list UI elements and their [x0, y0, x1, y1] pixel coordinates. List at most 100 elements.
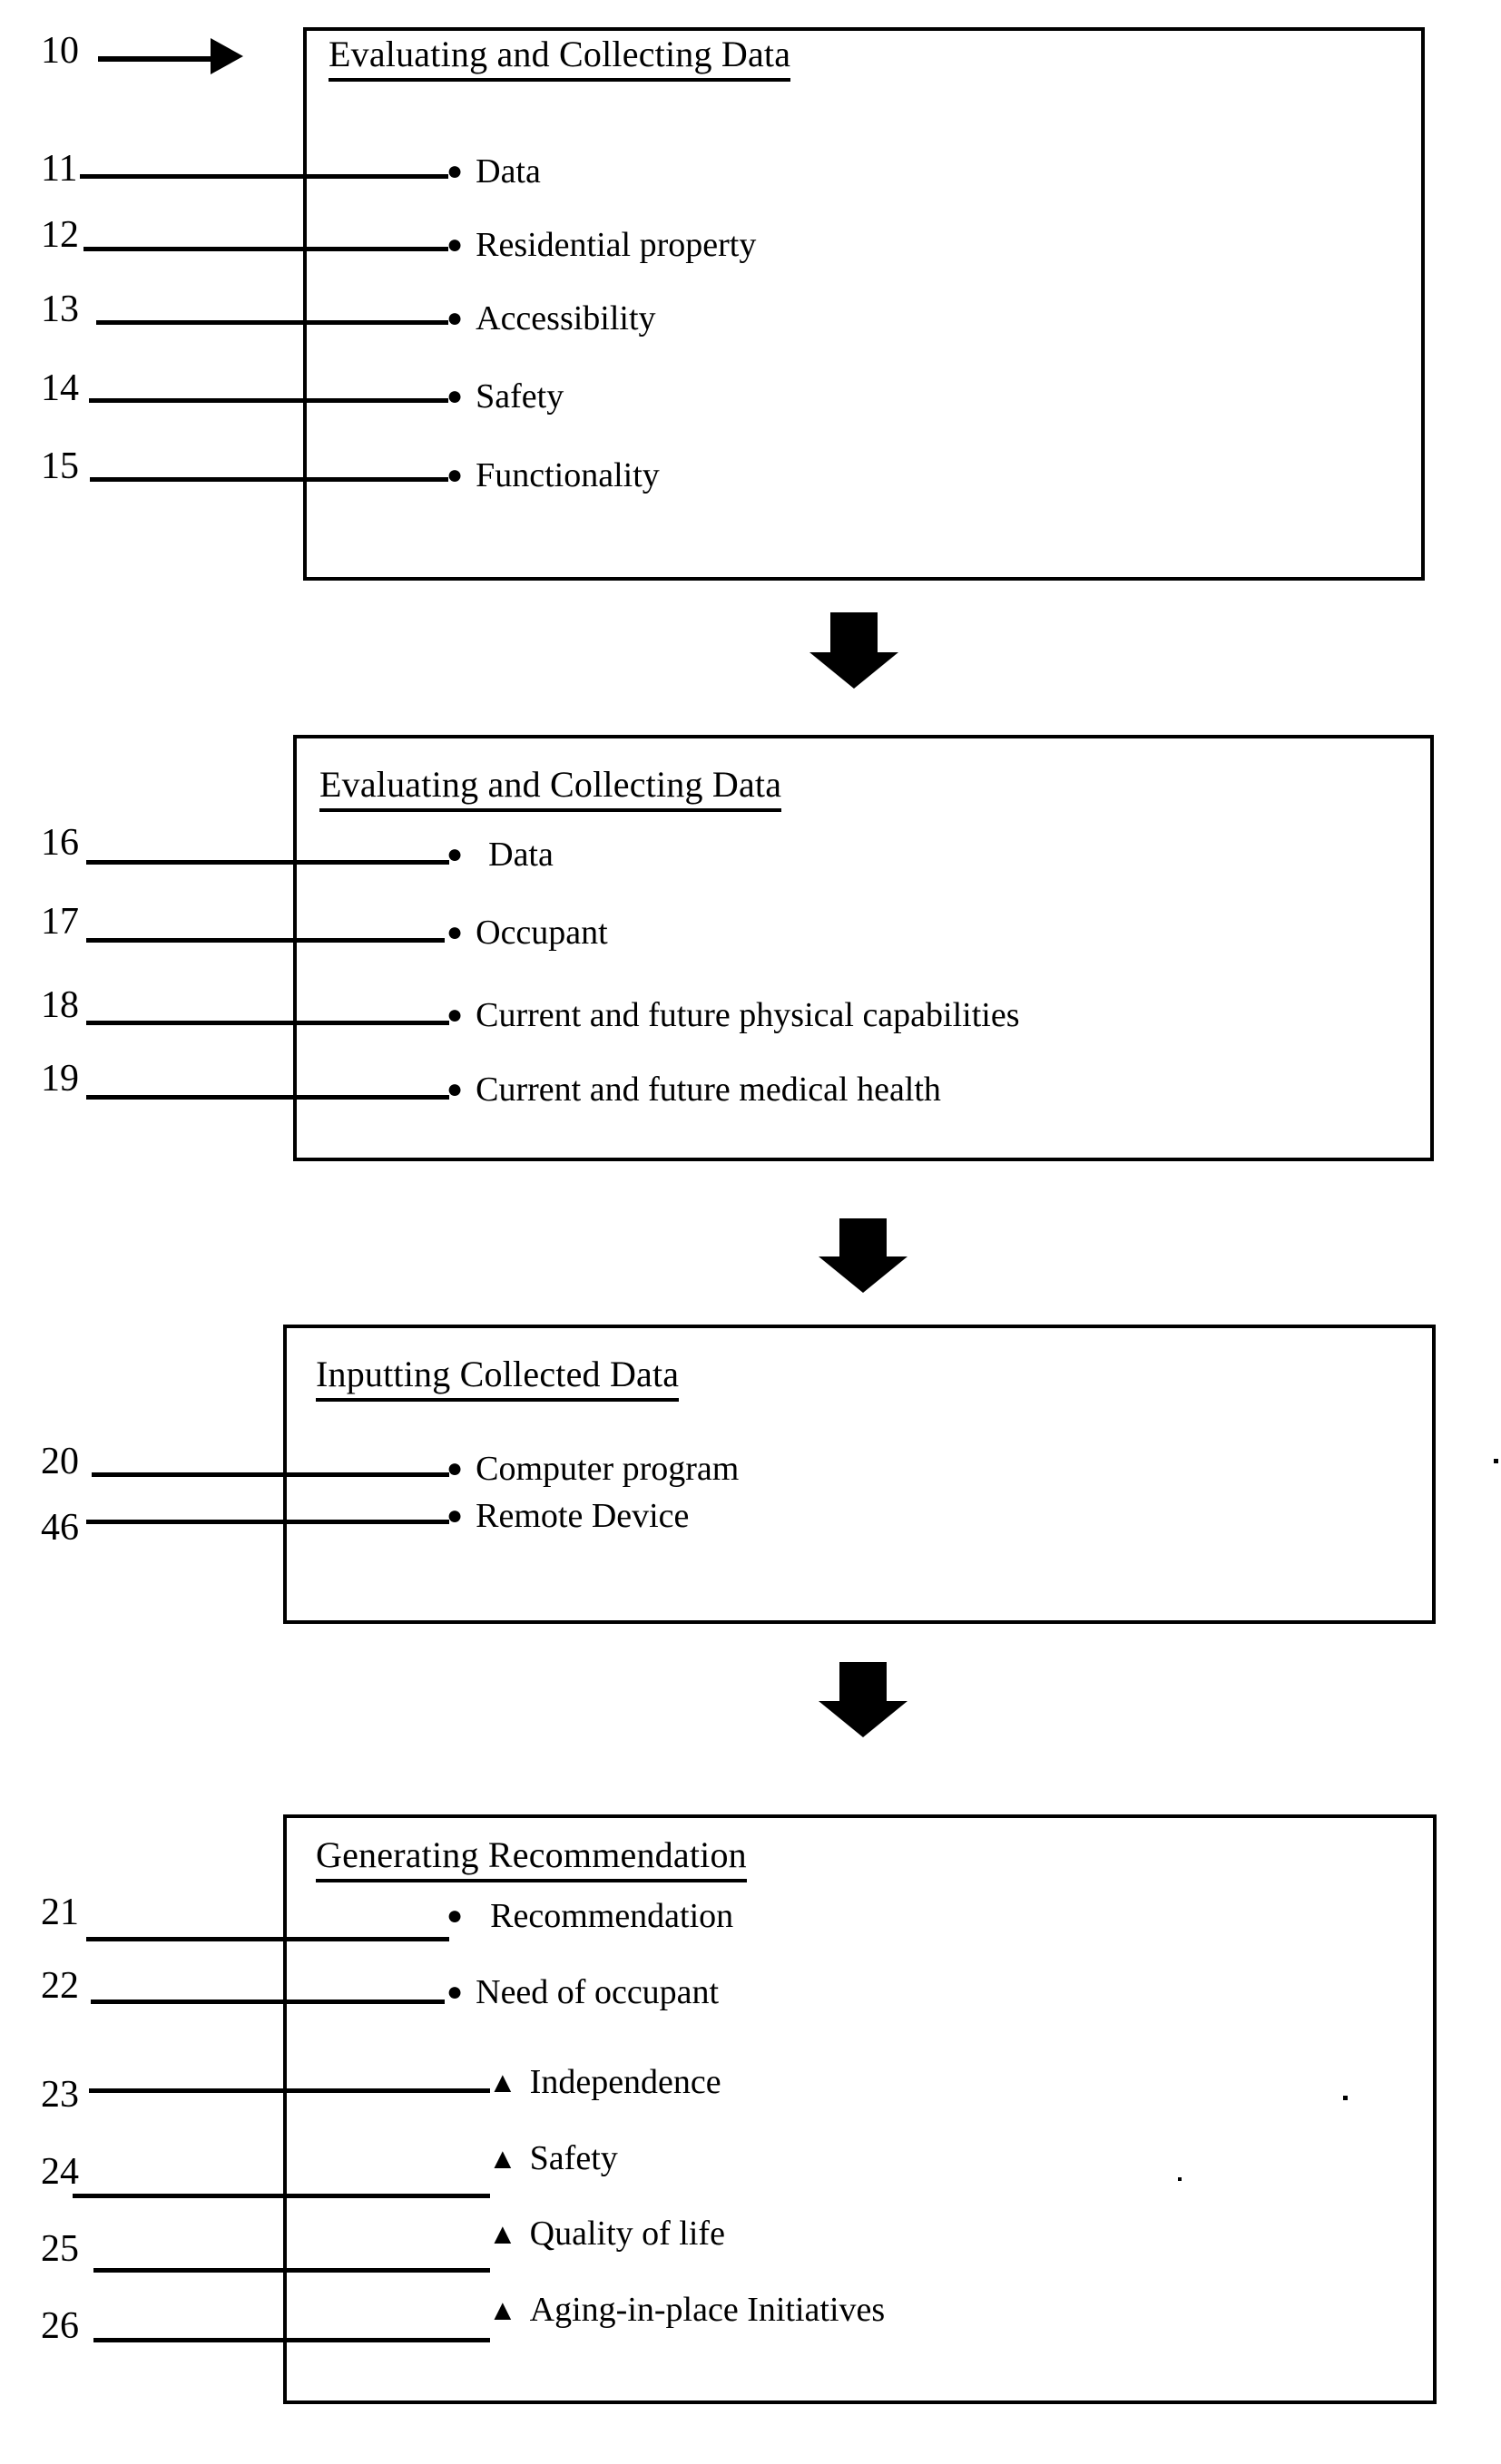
triangle-icon: ▲: [488, 2293, 517, 2326]
bullet-icon: ●: [446, 230, 464, 259]
list-item: ● Computer program: [446, 1452, 739, 1486]
ref-numeral-23: 23: [41, 2074, 79, 2116]
scan-speck: [1494, 1459, 1498, 1463]
leader-line-26: [93, 2338, 490, 2342]
bullet-icon: ●: [446, 156, 464, 186]
ref-numeral-18: 18: [41, 984, 79, 1026]
box1-title-text: Evaluating and Collecting Data: [329, 36, 791, 82]
arrow-head-icon: [809, 652, 898, 689]
box3-title: Inputting Collected Data: [316, 1356, 680, 1402]
triangle-icon: ▲: [488, 2066, 517, 2098]
list-item: ● Occupant: [446, 915, 608, 950]
leader-line-12: [83, 247, 448, 251]
bullet-icon: ●: [446, 839, 464, 869]
list-item: ● Remote Device: [446, 1499, 689, 1533]
ref-numeral-25: 25: [41, 2228, 79, 2270]
list-item-label: Residential property: [476, 226, 757, 264]
box3-title-text: Inputting Collected Data: [316, 1356, 680, 1402]
leader-line-16: [86, 860, 449, 865]
arrow-head-icon: [819, 1701, 907, 1737]
list-item-label: Aging-in-place Initiatives: [529, 2291, 886, 2329]
box2-title: Evaluating and Collecting Data: [319, 767, 782, 812]
list-item-label: Computer program: [476, 1450, 740, 1488]
list-item: ● Current and future medical health: [446, 1072, 941, 1107]
bullet-icon: ●: [446, 381, 464, 411]
ref-numeral-13: 13: [41, 288, 79, 330]
ref-numeral-16: 16: [41, 822, 79, 864]
box4-title: Generating Recommendation: [316, 1837, 747, 1882]
bullet-icon: ●: [446, 1074, 464, 1104]
ref-numeral-17: 17: [41, 901, 79, 943]
list-item-label: Independence: [529, 2063, 721, 2101]
ref-numeral-22: 22: [41, 1965, 79, 2007]
box1-title: Evaluating and Collecting Data: [329, 36, 791, 82]
list-item: ● Safety: [446, 379, 564, 414]
bullet-icon: ●: [446, 1000, 464, 1030]
scan-speck: [1178, 2177, 1182, 2181]
entry-arrow-head-icon: [211, 38, 243, 74]
list-item: ▲ Safety: [488, 2141, 618, 2176]
leader-line-22: [91, 2000, 445, 2004]
bullet-icon: ●: [446, 917, 464, 947]
figure-canvas: 10 Evaluating and Collecting Data 11 12 …: [0, 0, 1501, 2464]
bullet-icon: ●: [446, 1453, 464, 1483]
ref-numeral-15: 15: [41, 445, 79, 487]
leader-line-24: [73, 2194, 490, 2198]
list-item: ● Residential property: [446, 228, 756, 262]
entry-arrow-shaft: [98, 56, 216, 62]
leader-line-15: [90, 477, 448, 482]
ref-numeral-12: 12: [41, 214, 79, 256]
bullet-icon: ●: [446, 303, 464, 333]
leader-line-23: [89, 2088, 490, 2093]
list-item-label: Remote Device: [476, 1497, 690, 1535]
list-item-label: Accessibility: [476, 299, 656, 337]
connector-arrow-box1-to-box2: [809, 612, 898, 689]
list-item-label: Safety: [529, 2139, 618, 2177]
leader-line-20: [92, 1472, 449, 1477]
list-item-label: Current and future medical health: [476, 1071, 941, 1109]
leader-line-11: [80, 174, 448, 179]
leader-line-19: [86, 1095, 449, 1100]
ref-numeral-24: 24: [41, 2151, 79, 2193]
list-item: ● Data: [446, 154, 541, 189]
triangle-icon: ▲: [488, 2217, 517, 2250]
list-item: ● Current and future physical capabiliti…: [446, 998, 1019, 1032]
box4-title-text: Generating Recommendation: [316, 1837, 747, 1882]
list-item-label: Functionality: [476, 456, 660, 494]
list-item-label: Quality of life: [529, 2215, 725, 2253]
list-item-label: Recommendation: [490, 1897, 734, 1935]
list-item-label: Current and future physical capabilities: [476, 996, 1020, 1034]
ref-numeral-20: 20: [41, 1441, 79, 1482]
list-item: ● Functionality: [446, 458, 660, 493]
bullet-icon: ●: [446, 1501, 464, 1530]
bullet-icon: ●: [446, 460, 464, 490]
leader-line-13: [96, 320, 448, 325]
ref-numeral-21: 21: [41, 1892, 79, 1933]
ref-numeral-19: 19: [41, 1058, 79, 1100]
ref-numeral-10: 10: [41, 30, 79, 72]
ref-numeral-46: 46: [41, 1507, 79, 1549]
leader-line-18: [86, 1021, 449, 1025]
list-item: ● Need of occupant: [446, 1975, 719, 2009]
ref-numeral-11: 11: [41, 148, 78, 190]
list-item: ● Recommendation: [446, 1899, 733, 1933]
leader-line-17: [86, 938, 445, 943]
scan-speck: [1343, 2096, 1348, 2100]
leader-line-25: [93, 2268, 490, 2273]
leader-line-14: [89, 398, 448, 403]
leader-line-21: [86, 1937, 449, 1941]
box2-title-text: Evaluating and Collecting Data: [319, 767, 782, 812]
list-item: ▲ Aging-in-place Initiatives: [488, 2293, 885, 2327]
bullet-icon: ●: [446, 1977, 464, 2007]
list-item: ● Accessibility: [446, 301, 656, 336]
leader-line-46: [86, 1520, 449, 1524]
triangle-icon: ▲: [488, 2142, 517, 2175]
connector-arrow-box3-to-box4: [819, 1662, 907, 1738]
ref-numeral-26: 26: [41, 2305, 79, 2347]
list-item: ● Data: [446, 837, 554, 872]
bullet-icon: ●: [446, 1901, 464, 1931]
arrow-head-icon: [819, 1256, 907, 1293]
arrow-shaft: [839, 1662, 887, 1704]
list-item-label: Data: [488, 836, 554, 874]
connector-arrow-box2-to-box3: [819, 1218, 907, 1293]
